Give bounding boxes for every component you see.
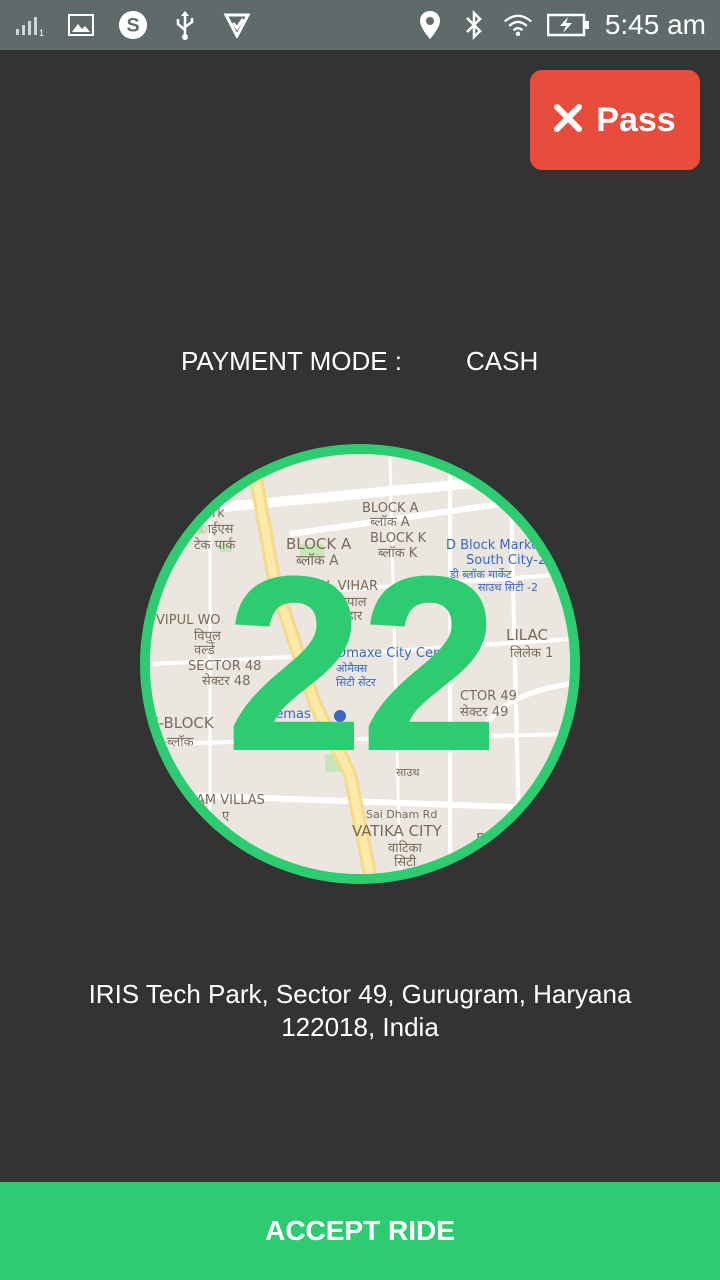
location-icon: [415, 10, 445, 40]
payment-mode-label: PAYMENT MODE :: [181, 346, 403, 376]
pass-button-label: Pass: [596, 100, 676, 139]
close-icon: [554, 103, 583, 137]
pass-button[interactable]: Pass: [530, 70, 700, 170]
status-time: 5:45 am: [604, 9, 706, 40]
status-bar: 1 S 5:45 am: [0, 0, 720, 50]
battery-charging-icon: [546, 10, 591, 40]
accept-ride-label: ACCEPT RIDE: [265, 1215, 455, 1246]
skype-icon: S: [118, 10, 148, 40]
usb-icon: [170, 10, 200, 40]
bluetooth-icon: [459, 10, 489, 40]
accept-ride-button[interactable]: ACCEPT RIDE: [0, 1182, 720, 1280]
payment-mode-value: CASH: [466, 346, 539, 376]
app-notification-icon: [222, 10, 252, 40]
pickup-address: IRIS Tech Park, Sector 49, Gurugram, Har…: [40, 978, 680, 1044]
gallery-icon: [66, 10, 96, 40]
eta-minutes: 22: [224, 524, 499, 803]
address-line-2: 122018, India: [281, 1012, 439, 1042]
wifi-icon: [503, 10, 533, 40]
pickup-map: ark ाईएस टेक पार्क BLOCK A ब्लॉक A BLOCK…: [140, 444, 580, 884]
payment-mode-row: PAYMENT MODE : CASH: [0, 340, 720, 384]
svg-text:S: S: [126, 15, 139, 37]
svg-text:1: 1: [39, 28, 44, 37]
address-line-1: IRIS Tech Park, Sector 49, Gurugram, Har…: [88, 979, 632, 1009]
signal-icon: 1: [14, 10, 44, 40]
